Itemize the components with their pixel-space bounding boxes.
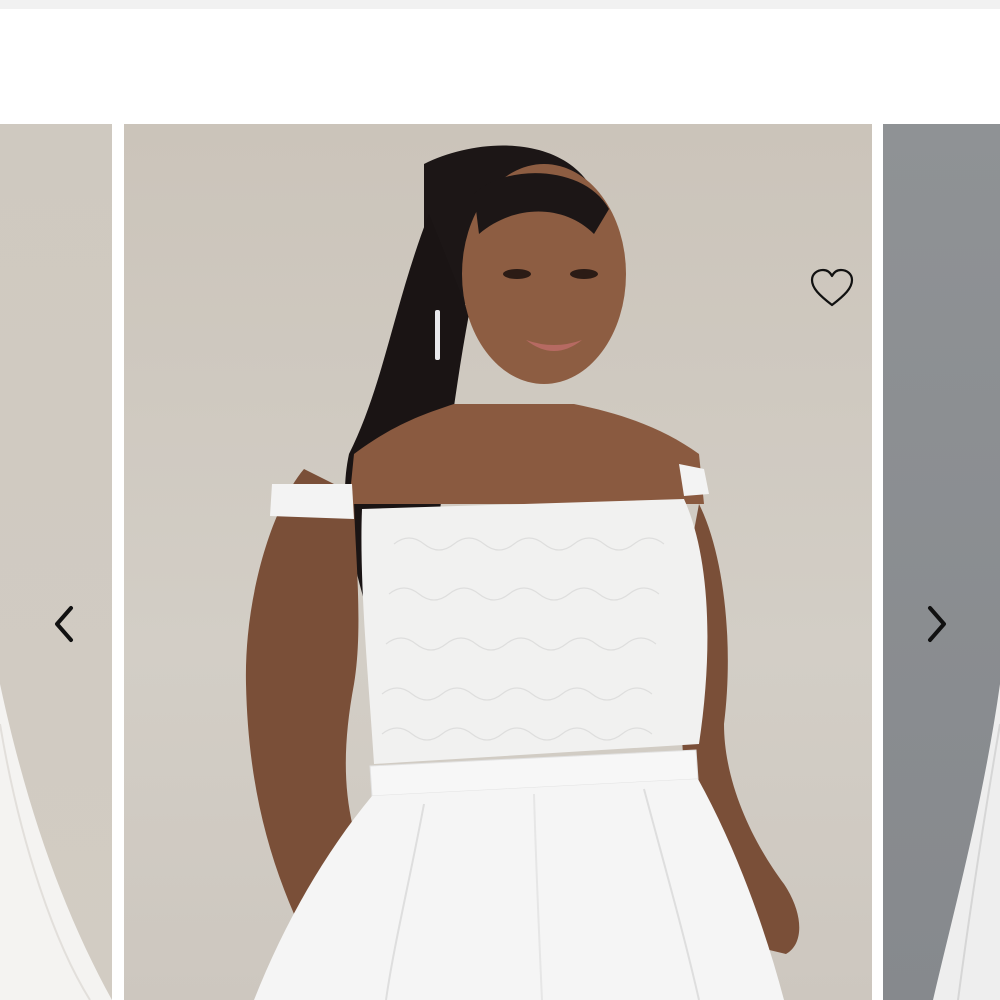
next-dress-photo [933,684,1000,1000]
previous-dress-photo [0,684,112,1000]
favorite-button[interactable] [806,264,858,312]
carousel-slide-next[interactable] [883,124,1000,1000]
heart-outline-icon [810,268,854,307]
top-strip [0,0,1000,9]
bride-wedding-dress-photo [245,145,800,1000]
carousel-slide-previous[interactable] [0,124,112,1000]
carousel-slide-current[interactable] [124,124,872,1000]
next-image-button[interactable] [912,600,960,648]
previous-image-button[interactable] [41,600,89,648]
chevron-right-icon [928,606,946,642]
chevron-left-icon [55,606,73,642]
product-image-carousel[interactable] [0,124,1000,1000]
